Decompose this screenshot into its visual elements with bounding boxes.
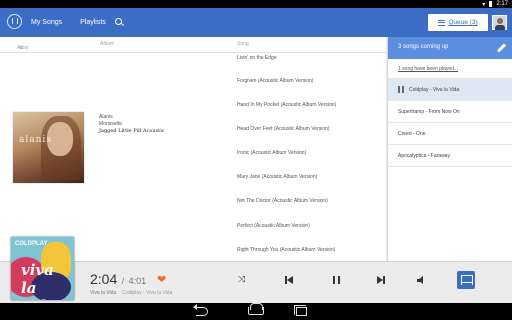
sort-icon: ⇅ — [19, 45, 24, 51]
main-nav: My Songs Playlists — [31, 8, 106, 37]
album-artist-alt: Morissette — [99, 121, 123, 127]
song-row[interactable]: Ironic (Acoustic Album Version) — [237, 150, 306, 156]
column-headers: Artist ⇅ Album Song — [0, 37, 386, 53]
queue-item[interactable]: Supertramp - From Now On — [388, 101, 512, 123]
back-icon[interactable] — [193, 304, 208, 316]
next-icon[interactable] — [377, 276, 385, 284]
album-cover-title: alanis — [19, 135, 52, 145]
column-song[interactable]: Song — [237, 41, 249, 47]
wifi-icon: ▾ — [482, 1, 486, 8]
song-row[interactable]: Livin' on the Edge — [237, 55, 277, 61]
clock: 2:17 — [496, 1, 508, 7]
song-row[interactable]: Head Over Feet (Acoustic Album Version) — [237, 126, 330, 132]
album-artist[interactable]: Alanis — [99, 114, 165, 121]
cover-band-text: COLDPLAY — [15, 241, 48, 247]
queue-item[interactable]: Creed - One — [388, 123, 512, 145]
nav-my-songs[interactable]: My Songs — [31, 19, 62, 26]
song-row[interactable]: Forgiven (Acoustic Album Version) — [237, 78, 313, 84]
track-title: Viva la Vida — [90, 290, 117, 296]
queue-button-label: Queue (3) — [448, 19, 478, 26]
track-artist-album: Coldplay - Viva la Vida — [122, 290, 173, 296]
now-playing-cover[interactable]: COLDPLAY viva la vida — [11, 237, 74, 300]
song-row[interactable]: Hand In My Pocket (Acoustic Album Versio… — [237, 102, 336, 108]
queue-header-title: 3 songs coming up — [398, 44, 449, 50]
queue-item-current[interactable]: Coldplay - Viva la Vida — [388, 79, 512, 101]
album-cover[interactable]: alanis — [13, 112, 84, 183]
queue-toggle-icon[interactable] — [457, 271, 475, 289]
volume-icon[interactable] — [417, 276, 427, 284]
queue-list-icon — [438, 19, 446, 26]
queue-button[interactable]: Queue (3) — [428, 14, 488, 31]
cover-title-text: viva la vida — [21, 261, 56, 300]
now-playing-info: Viva la Vida Coldplay - Viva la Vida — [90, 290, 172, 296]
edit-pencil-icon[interactable] — [496, 43, 507, 53]
column-album[interactable]: Album — [100, 41, 114, 47]
song-row[interactable]: Right Through You (Acoustic Album Versio… — [237, 247, 335, 253]
heart-icon[interactable]: ❤ — [157, 273, 166, 286]
library-panel: Artist ⇅ Album Song alanis Alanis Morisse… — [0, 37, 386, 261]
app-bar: My Songs Playlists Queue (3) — [0, 8, 512, 37]
album-meta: Alanis Morissette Jagged Little Pill Aco… — [99, 114, 165, 135]
album-name[interactable]: Jagged Little Pill Acoustic — [99, 128, 165, 135]
song-row[interactable]: Perfect (Acoustic Album Version) — [237, 223, 310, 229]
pause-icon[interactable] — [333, 276, 340, 284]
pause-icon — [398, 86, 404, 93]
queue-header: 3 songs coming up — [388, 37, 512, 59]
app-logo-icon[interactable] — [7, 14, 22, 29]
played-note[interactable]: 1 song have been played... — [388, 59, 512, 79]
current-time: 2:04 — [90, 271, 118, 287]
system-nav-bar — [0, 303, 512, 320]
playback-time: 2:04 / 4:01 — [90, 271, 147, 287]
nav-playlists[interactable]: Playlists — [80, 19, 106, 26]
song-row[interactable]: Not The Doctor (Acoustic Album Version) — [237, 198, 328, 204]
recents-icon[interactable] — [294, 305, 307, 316]
duration: 4:01 — [128, 276, 147, 286]
queue-panel: 3 songs coming up 1 song have been playe… — [387, 37, 512, 261]
avatar[interactable] — [492, 15, 507, 30]
shuffle-icon[interactable]: ⤨ — [238, 274, 245, 285]
song-row[interactable]: Mary Jane (Acoustic Album Version) — [237, 174, 317, 180]
home-icon[interactable] — [248, 303, 264, 315]
now-playing-bar: COLDPLAY viva la vida 2:04 / 4:01 Viva l… — [0, 237, 512, 303]
search-icon[interactable] — [115, 18, 122, 25]
status-bar: ▾ 2:17 — [0, 0, 512, 8]
queue-item[interactable]: Apocalyptica - Faraway — [388, 145, 512, 167]
previous-icon[interactable] — [285, 276, 293, 284]
battery-icon — [489, 1, 493, 7]
